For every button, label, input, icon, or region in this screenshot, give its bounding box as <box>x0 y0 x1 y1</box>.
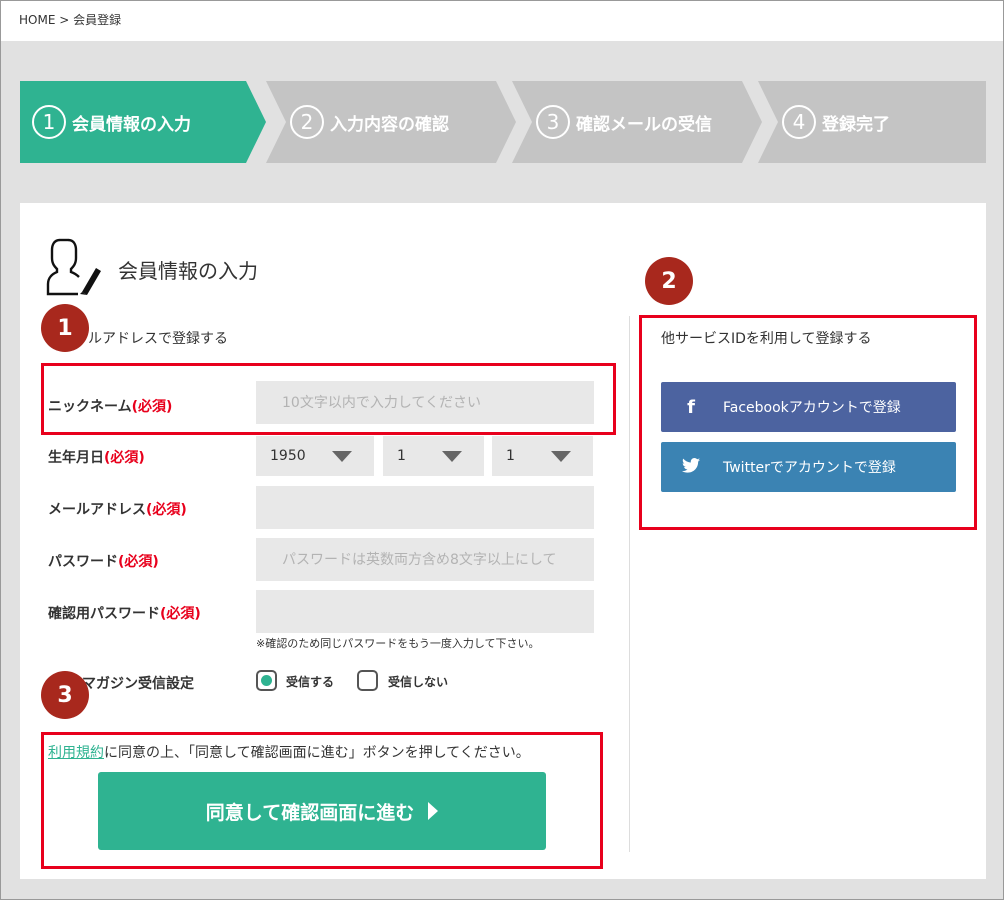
birth-month-select[interactable]: 1 <box>383 436 484 476</box>
password-label-text: パスワード <box>48 554 118 570</box>
required-mark: (必須) <box>104 450 145 466</box>
birthdate-label: 生年月日(必須) <box>48 447 145 467</box>
step-4-number: 4 <box>782 105 816 139</box>
password-hint: ※確認のため同じパスワードをもう一度入力して下さい。 <box>256 637 540 650</box>
magazine-yes-label[interactable]: 受信する <box>286 673 334 690</box>
registration-steps: 1 会員情報の入力 2 入力内容の確認 3 確認メールの受信 4 登録完了 <box>20 81 986 163</box>
magazine-yes-radio[interactable] <box>256 670 277 691</box>
breadcrumb-bar: HOME > 会員登録 <box>1 1 1003 41</box>
step-2: 2 入力内容の確認 <box>260 81 516 163</box>
step-3-number: 3 <box>536 105 570 139</box>
step-2-number: 2 <box>290 105 324 139</box>
annotation-badge-2: 2 <box>645 257 693 305</box>
birth-month-value: 1 <box>397 448 406 464</box>
birth-day-select[interactable]: 1 <box>492 436 593 476</box>
breadcrumb: HOME > 会員登録 <box>19 11 121 28</box>
person-edit-icon <box>46 238 101 296</box>
birth-day-value: 1 <box>506 448 515 464</box>
step-4: 4 登録完了 <box>752 81 986 163</box>
breadcrumb-current: 会員登録 <box>73 13 122 27</box>
page-title: 会員情報の入力 <box>118 259 258 283</box>
chevron-down-icon <box>332 451 352 462</box>
required-mark: (必須) <box>160 606 201 622</box>
step-2-label: 入力内容の確認 <box>330 114 449 135</box>
email-label: メールアドレス(必須) <box>48 499 187 519</box>
required-mark: (必須) <box>146 502 187 518</box>
chevron-down-icon <box>442 451 462 462</box>
email-input[interactable] <box>256 486 594 529</box>
password-input[interactable] <box>256 538 594 581</box>
annotation-badge-1: 1 <box>41 304 89 352</box>
highlight-box-2 <box>639 315 977 530</box>
required-mark: (必須) <box>118 554 159 570</box>
highlight-box-3 <box>41 732 603 869</box>
chevron-down-icon <box>551 451 571 462</box>
breadcrumb-home-link[interactable]: HOME <box>19 13 55 27</box>
step-1-number: 1 <box>32 105 66 139</box>
password-confirm-input[interactable] <box>256 590 594 633</box>
annotation-badge-3: 3 <box>41 671 89 719</box>
highlight-box-1 <box>41 363 616 435</box>
step-3-label: 確認メールの受信 <box>576 114 712 135</box>
birthdate-label-text: 生年月日 <box>48 450 104 466</box>
password-label: パスワード(必須) <box>48 551 159 571</box>
step-4-label: 登録完了 <box>822 114 890 135</box>
magazine-no-label[interactable]: 受信しない <box>388 673 448 690</box>
step-1: 1 会員情報の入力 <box>20 81 266 163</box>
step-1-label: 会員情報の入力 <box>72 114 191 135</box>
step-3: 3 確認メールの受信 <box>506 81 762 163</box>
password-confirm-label-text: 確認用パスワード <box>48 606 160 622</box>
email-label-text: メールアドレス <box>48 502 146 518</box>
password-confirm-label: 確認用パスワード(必須) <box>48 603 201 623</box>
birth-year-value: 1950 <box>270 448 306 464</box>
birth-year-select[interactable]: 1950 <box>256 436 374 476</box>
radio-selected-dot <box>261 675 272 686</box>
column-divider <box>629 316 630 852</box>
magazine-no-radio[interactable] <box>357 670 378 691</box>
breadcrumb-separator: > <box>59 13 70 27</box>
email-section-title: ルアドレスで登録する <box>88 331 228 347</box>
